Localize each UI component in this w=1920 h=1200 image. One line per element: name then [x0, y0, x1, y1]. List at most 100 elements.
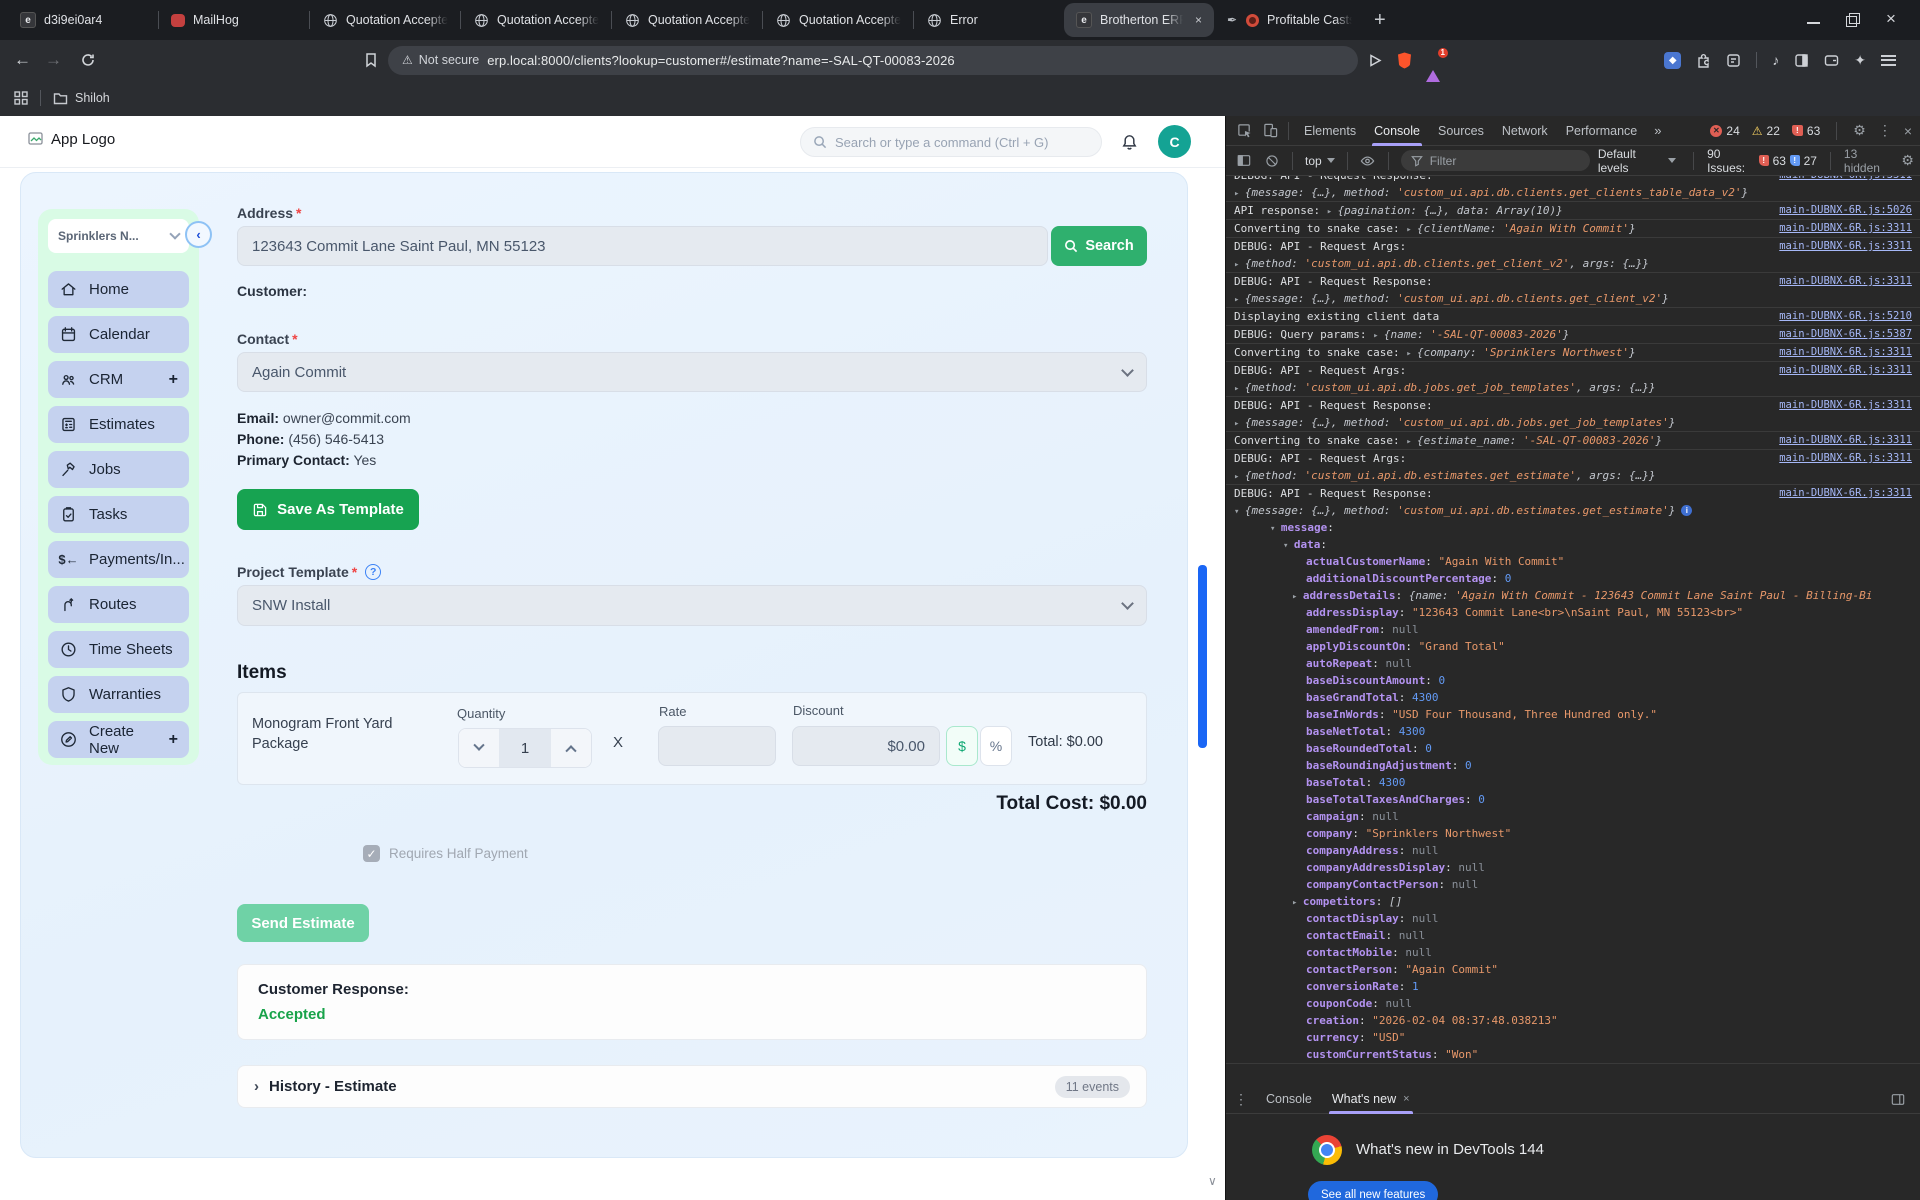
security-indicator[interactable]: ⚠ Not secure	[402, 53, 479, 67]
project-template-select[interactable]: SNW Install	[237, 585, 1147, 626]
console-row[interactable]: companyAddress: null	[1226, 842, 1920, 859]
sidebar-item-crm[interactable]: CRM +	[48, 361, 189, 398]
leo-ai-icon[interactable]: ✦	[1854, 52, 1866, 69]
console-row[interactable]: baseRoundedTotal: 0	[1226, 740, 1920, 757]
source-link[interactable]: main-DUBNX-6R.js:3311	[1769, 176, 1920, 184]
drawer-tab-console[interactable]: Console	[1256, 1085, 1322, 1114]
console-filter-input[interactable]: Filter	[1400, 150, 1590, 171]
source-link[interactable]: main-DUBNX-6R.js:5387	[1769, 326, 1920, 343]
hidden-messages-label[interactable]: 13 hidden	[1844, 147, 1893, 175]
console-row[interactable]: API response: ▸ {pagination: {…}, data: …	[1226, 202, 1920, 219]
checkbox-checked-icon[interactable]: ✓	[363, 845, 380, 862]
console-row[interactable]: Converting to snake case: ▸ {clientName:…	[1226, 220, 1920, 237]
console-row[interactable]: baseDiscountAmount: 0	[1226, 672, 1920, 689]
sidebar-collapse-button[interactable]: ‹	[185, 221, 212, 248]
console-row[interactable]: ▸ {method: 'custom_ui.api.db.jobs.get_jo…	[1226, 379, 1920, 396]
close-window-icon[interactable]	[1885, 9, 1898, 29]
drawer-tab-what-s-new[interactable]: What's new ×	[1322, 1085, 1420, 1114]
company-select[interactable]: Sprinklers N...	[48, 219, 189, 253]
sidebar-item-tasks[interactable]: Tasks	[48, 496, 189, 533]
discount-dollar-button[interactable]: $	[946, 726, 978, 766]
console-row[interactable]: baseTotal: 4300	[1226, 774, 1920, 791]
console-row[interactable]: ▸ competitors: []	[1226, 893, 1920, 910]
browser-tab[interactable]: ✒ Profitable Casts W	[1214, 3, 1364, 37]
console-row[interactable]: currency: "USD"	[1226, 1029, 1920, 1046]
discount-percent-button[interactable]: %	[980, 726, 1012, 766]
app-logo[interactable]: App Logo	[28, 131, 115, 148]
context-selector[interactable]: top	[1301, 154, 1339, 168]
source-link[interactable]: main-DUBNX-6R.js:5026	[1769, 202, 1920, 219]
browser-tab[interactable]: Quotation Accepted	[763, 3, 913, 37]
console-row[interactable]: contactEmail: null	[1226, 927, 1920, 944]
sidebar-item-create-new[interactable]: Create New +	[48, 721, 189, 758]
console-row[interactable]: DEBUG: API - Request Response:main-DUBNX…	[1226, 273, 1920, 290]
source-link[interactable]: main-DUBNX-6R.js:3311	[1769, 450, 1920, 467]
console-row[interactable]: ▾ data:	[1226, 536, 1920, 553]
send-page-icon[interactable]	[1368, 53, 1383, 68]
settings-gear-icon[interactable]: ⚙	[1853, 122, 1866, 139]
search-address-button[interactable]: Search	[1051, 226, 1147, 266]
console-row[interactable]: ▸ {message: {…}, method: 'custom_ui.api.…	[1226, 184, 1920, 201]
sidebar-item-calendar[interactable]: Calendar	[48, 316, 189, 353]
bookmark-flag-icon[interactable]	[364, 52, 378, 68]
drawer-kebab-icon[interactable]: ⋮	[1226, 1091, 1256, 1108]
source-link[interactable]: main-DUBNX-6R.js:3311	[1769, 344, 1920, 361]
console-row[interactable]: ▾ message:	[1226, 519, 1920, 536]
browser-tab[interactable]: Quotation Accepted	[461, 3, 611, 37]
reload-icon[interactable]	[80, 52, 96, 68]
console-row[interactable]: Converting to snake case: ▸ {company: 'S…	[1226, 344, 1920, 361]
issues-count[interactable]: ! 63	[1791, 124, 1820, 138]
see-all-features-button[interactable]: See all new features	[1308, 1181, 1439, 1200]
devtools-tab-elements[interactable]: Elements	[1295, 116, 1365, 146]
dock-panel-icon[interactable]	[1886, 1088, 1910, 1110]
source-link[interactable]: main-DUBNX-6R.js:3311	[1769, 220, 1920, 237]
browser-tab[interactable]: e d3i9ei0ar4	[8, 3, 158, 37]
plus-icon[interactable]: +	[169, 371, 178, 389]
console-row[interactable]: companyAddressDisplay: null	[1226, 859, 1920, 876]
source-link[interactable]: main-DUBNX-6R.js:3311	[1769, 362, 1920, 379]
extension-icon[interactable]	[1696, 53, 1711, 68]
console-row[interactable]: DEBUG: API - Request Args: main-DUBNX-6R.…	[1226, 450, 1920, 467]
password-manager-icon[interactable]: ◆	[1664, 51, 1682, 69]
wallet-icon[interactable]	[1824, 53, 1839, 67]
console-row[interactable]: ▸ addressDetails: {name: 'Again With Com…	[1226, 587, 1920, 604]
quantity-decrement-button[interactable]	[459, 729, 499, 767]
console-row[interactable]: conversionRate: 1	[1226, 978, 1920, 995]
warning-count[interactable]: ⚠ 22	[1752, 124, 1780, 138]
source-link[interactable]: main-DUBNX-6R.js:3311	[1769, 273, 1920, 290]
source-link[interactable]: main-DUBNX-6R.js:3311	[1769, 432, 1920, 449]
back-icon[interactable]: ←	[14, 50, 31, 70]
console-row[interactable]: DEBUG: API - Request Args: main-DUBNX-6R.…	[1226, 238, 1920, 255]
console-row[interactable]: DEBUG: API - Request Args: main-DUBNX-6R.…	[1226, 362, 1920, 379]
save-as-template-button[interactable]: Save As Template	[237, 489, 419, 530]
console-row[interactable]: Displaying existing client data main-DUBN…	[1226, 308, 1920, 325]
sidebar-item-warranties[interactable]: Warranties	[48, 676, 189, 713]
source-link[interactable]: main-DUBNX-6R.js:5210	[1769, 308, 1920, 325]
console-row[interactable]: DEBUG: API - Request Response:main-DUBNX…	[1226, 397, 1920, 414]
new-tab-button[interactable]: +	[1374, 9, 1386, 32]
more-tabs-icon[interactable]: »	[1648, 123, 1667, 138]
global-search-input[interactable]: Search or type a command (Ctrl + G)	[800, 127, 1102, 157]
browser-tab[interactable]: Quotation Accepted	[310, 3, 460, 37]
device-toolbar-icon[interactable]	[1258, 120, 1282, 142]
console-row[interactable]: baseTotalTaxesAndCharges: 0	[1226, 791, 1920, 808]
rate-input[interactable]	[658, 726, 776, 766]
eye-icon[interactable]	[1356, 150, 1380, 172]
console-row[interactable]: campaign: null	[1226, 808, 1920, 825]
browser-tab[interactable]: e Brotherton ERPNe ×	[1064, 3, 1214, 37]
devtools-tab-performance[interactable]: Performance	[1557, 116, 1647, 146]
sidebar-item-payments-in[interactable]: $← Payments/In...	[48, 541, 189, 578]
console-row[interactable]: additionalDiscountPercentage: 0	[1226, 570, 1920, 587]
console-row[interactable]: contactMobile: null	[1226, 944, 1920, 961]
console-row[interactable]: ▸ {method: 'custom_ui.api.db.clients.get…	[1226, 255, 1920, 272]
discount-input[interactable]: $0.00	[792, 726, 940, 766]
reading-list-icon[interactable]	[1726, 53, 1741, 68]
forward-icon[interactable]: →	[45, 50, 62, 70]
scroll-down-icon[interactable]: ∨	[1208, 1174, 1217, 1188]
error-count[interactable]: ✕ 24	[1710, 124, 1740, 138]
console-row[interactable]: actualCustomerName: "Again With Commit"	[1226, 553, 1920, 570]
sidebar-item-routes[interactable]: Routes	[48, 586, 189, 623]
user-avatar[interactable]: C	[1158, 125, 1191, 158]
console-row[interactable]: ▸ {message: {…}, method: 'custom_ui.api.…	[1226, 290, 1920, 307]
info-icon[interactable]: i	[1681, 505, 1693, 516]
